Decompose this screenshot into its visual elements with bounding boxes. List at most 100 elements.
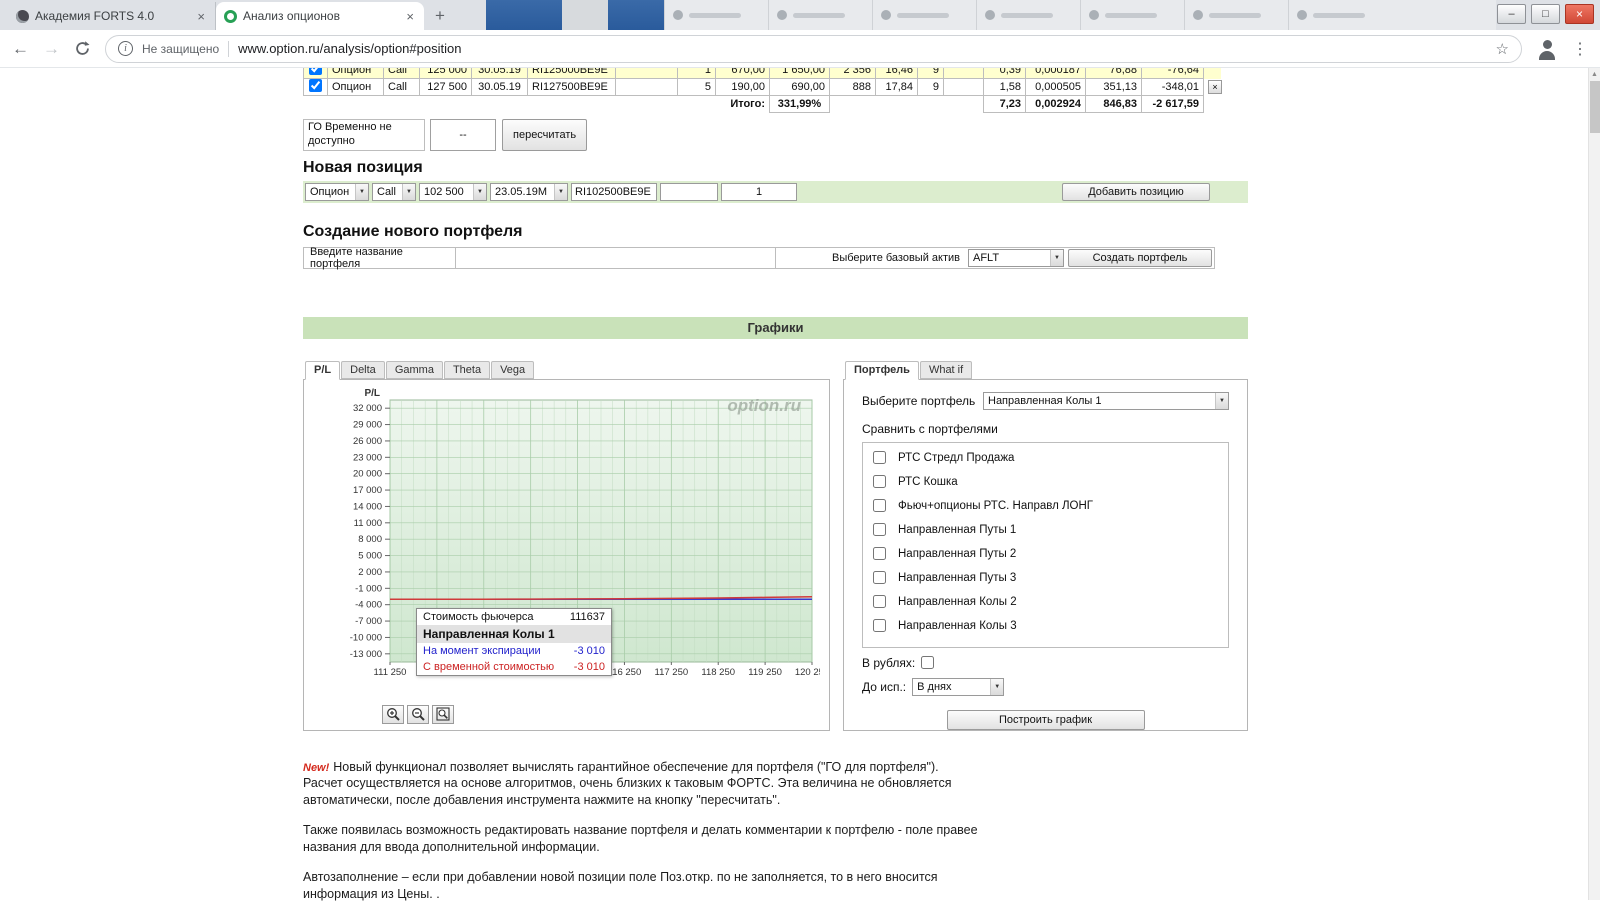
tab-close-icon[interactable]: × — [195, 9, 207, 24]
new-position-row: Опцион ▼ Call ▼ 102 500 ▼ 23.05.19М ▼ RI… — [303, 181, 1248, 203]
code-input[interactable]: RI102500BE9E — [571, 183, 657, 201]
position-cell-pl: -348,01 — [1142, 79, 1204, 96]
portfolio-tabs: ПортфельWhat if — [843, 361, 1248, 379]
new-tab-button[interactable]: + — [428, 4, 452, 28]
position-cell-delta: 1,58 — [984, 79, 1026, 96]
zoom-out-icon[interactable] — [407, 705, 429, 724]
totals-label: Итого: — [304, 96, 770, 113]
compare-portfolio-checkbox[interactable] — [873, 523, 886, 536]
expiry-select[interactable]: 23.05.19М ▼ — [490, 183, 568, 201]
svg-text:-4 000: -4 000 — [355, 599, 382, 610]
svg-text:17 000: 17 000 — [353, 485, 382, 496]
profile-avatar-icon[interactable] — [1536, 38, 1558, 60]
compare-portfolio-checkbox[interactable] — [873, 571, 886, 584]
scrollbar-thumb[interactable] — [1590, 81, 1600, 133]
compare-label: Сравнить с портфелями — [862, 422, 1229, 436]
panel-tab-1[interactable]: What if — [920, 361, 972, 379]
compare-portfolio-checkbox[interactable] — [873, 499, 886, 512]
compare-portfolio-checkbox[interactable] — [873, 451, 886, 464]
svg-text:32 000: 32 000 — [353, 403, 382, 414]
position-cell-price: 1 650,00 — [770, 68, 830, 79]
chart-tab-3[interactable]: Theta — [444, 361, 490, 379]
menu-dots-icon[interactable]: ⋮ — [1572, 39, 1588, 59]
zoom-in-icon[interactable] — [382, 705, 404, 724]
recalculate-button[interactable]: пересчитать — [502, 119, 587, 151]
base-asset-select[interactable]: AFLT ▼ — [968, 249, 1064, 267]
background-windows — [486, 0, 1496, 30]
scrollbar-up-icon[interactable]: ▲ — [1589, 68, 1600, 81]
svg-text:14 000: 14 000 — [353, 501, 382, 512]
create-portfolio-row: Введите название портфеля Выберите базов… — [303, 247, 1215, 269]
background-tab-favicon-icon — [777, 10, 787, 20]
tooltip-timevalue-value: -3 010 — [574, 661, 605, 673]
svg-text:2 000: 2 000 — [358, 566, 382, 577]
position-checkbox[interactable] — [309, 68, 322, 75]
background-tab-title — [897, 13, 949, 18]
strike-select[interactable]: 102 500 ▼ — [419, 183, 487, 201]
chart-tabs: P/LDeltaGammaThetaVega — [303, 361, 830, 379]
open-price-input[interactable] — [660, 183, 718, 201]
totals-percent: 331,99% — [770, 96, 830, 113]
position-cell-price: 690,00 — [770, 79, 830, 96]
compare-portfolio-name: Направленная Колы 3 — [898, 620, 1017, 632]
delete-position-button[interactable]: × — [1208, 80, 1222, 94]
reload-icon[interactable] — [74, 40, 91, 57]
chart-tab-2[interactable]: Gamma — [386, 361, 443, 379]
browser-tab-akademia[interactable]: Академия FORTS 4.0 × — [8, 2, 216, 30]
browser-tab-analysis[interactable]: Анализ опционов × — [216, 2, 424, 30]
position-checkbox[interactable] — [309, 79, 322, 92]
position-cell-theta: 76,88 — [1086, 68, 1142, 79]
position-cell-strike: 125 000 — [420, 68, 472, 79]
page-scrollbar[interactable]: ▲ — [1588, 68, 1600, 900]
chart-tab-0[interactable]: P/L — [305, 361, 340, 380]
tooltip-expiration-label: На момент экспирации — [423, 645, 541, 657]
compare-portfolio-checkbox[interactable] — [873, 547, 886, 560]
url-text[interactable]: www.option.ru/analysis/option#position — [238, 41, 461, 56]
tab-title: Академия FORTS 4.0 — [35, 9, 189, 23]
add-position-button[interactable]: Добавить позицию — [1062, 183, 1210, 201]
instrument-type-select[interactable]: Опцион ▼ — [305, 183, 369, 201]
rubles-checkbox[interactable] — [921, 656, 934, 669]
panel-tab-0[interactable]: Портфель — [845, 361, 919, 380]
portfolio-name-input[interactable] — [456, 248, 776, 268]
chart-tab-1[interactable]: Delta — [341, 361, 385, 379]
zoom-reset-icon[interactable] — [432, 705, 454, 724]
go-value-input[interactable]: -- — [430, 119, 496, 151]
compare-portfolio-name: Направленная Путы 2 — [898, 548, 1016, 560]
position-cell-open: 670,00 — [716, 68, 770, 79]
position-cell-e1 — [616, 68, 678, 79]
background-tab — [976, 0, 1080, 30]
days-select[interactable]: В днях ▼ — [912, 678, 1004, 696]
quantity-input[interactable]: 1 — [721, 183, 797, 201]
window-minimize-button[interactable]: – — [1497, 4, 1526, 24]
bookmark-star-icon[interactable]: ☆ — [1496, 40, 1509, 58]
background-tab-favicon-icon — [881, 10, 891, 20]
portfolio-select[interactable]: Направленная Колы 1 ▼ — [983, 392, 1229, 410]
background-tab — [1184, 0, 1288, 30]
call-put-select[interactable]: Call ▼ — [372, 183, 416, 201]
back-icon[interactable]: ← — [12, 40, 29, 57]
svg-text:116 250: 116 250 — [608, 667, 642, 678]
window-close-button[interactable]: × — [1565, 4, 1594, 24]
rubles-label: В рублях: — [862, 656, 915, 670]
chart-tab-4[interactable]: Vega — [491, 361, 534, 379]
compare-portfolio-checkbox[interactable] — [873, 475, 886, 488]
svg-text:118 250: 118 250 — [701, 667, 735, 678]
create-portfolio-button[interactable]: Создать портфель — [1068, 249, 1212, 267]
compare-portfolio-name: РТС Стредл Продажа — [898, 452, 1014, 464]
info-icon[interactable]: i — [118, 41, 133, 56]
new-position-title: Новая позиция — [303, 159, 1248, 177]
tab-close-icon[interactable]: × — [404, 9, 416, 24]
portfolio-panel: Выберите портфель Направленная Колы 1 ▼ … — [843, 379, 1248, 731]
security-label: Не защищено — [142, 42, 219, 56]
address-bar[interactable]: i Не защищено www.option.ru/analysis/opt… — [105, 35, 1522, 63]
compare-portfolio-checkbox[interactable] — [873, 595, 886, 608]
page-body: ОпционCall125 00030.05.19RI125000BE9E167… — [0, 68, 1600, 900]
compare-portfolio-checkbox[interactable] — [873, 619, 886, 632]
build-chart-button[interactable]: Построить график — [947, 710, 1145, 730]
chevron-down-icon: ▼ — [355, 184, 368, 200]
chevron-down-icon: ▼ — [1215, 393, 1228, 409]
compare-portfolio-name: РТС Кошка — [898, 476, 958, 488]
position-cell-side: Call — [384, 68, 420, 79]
window-maximize-button[interactable]: □ — [1531, 4, 1560, 24]
